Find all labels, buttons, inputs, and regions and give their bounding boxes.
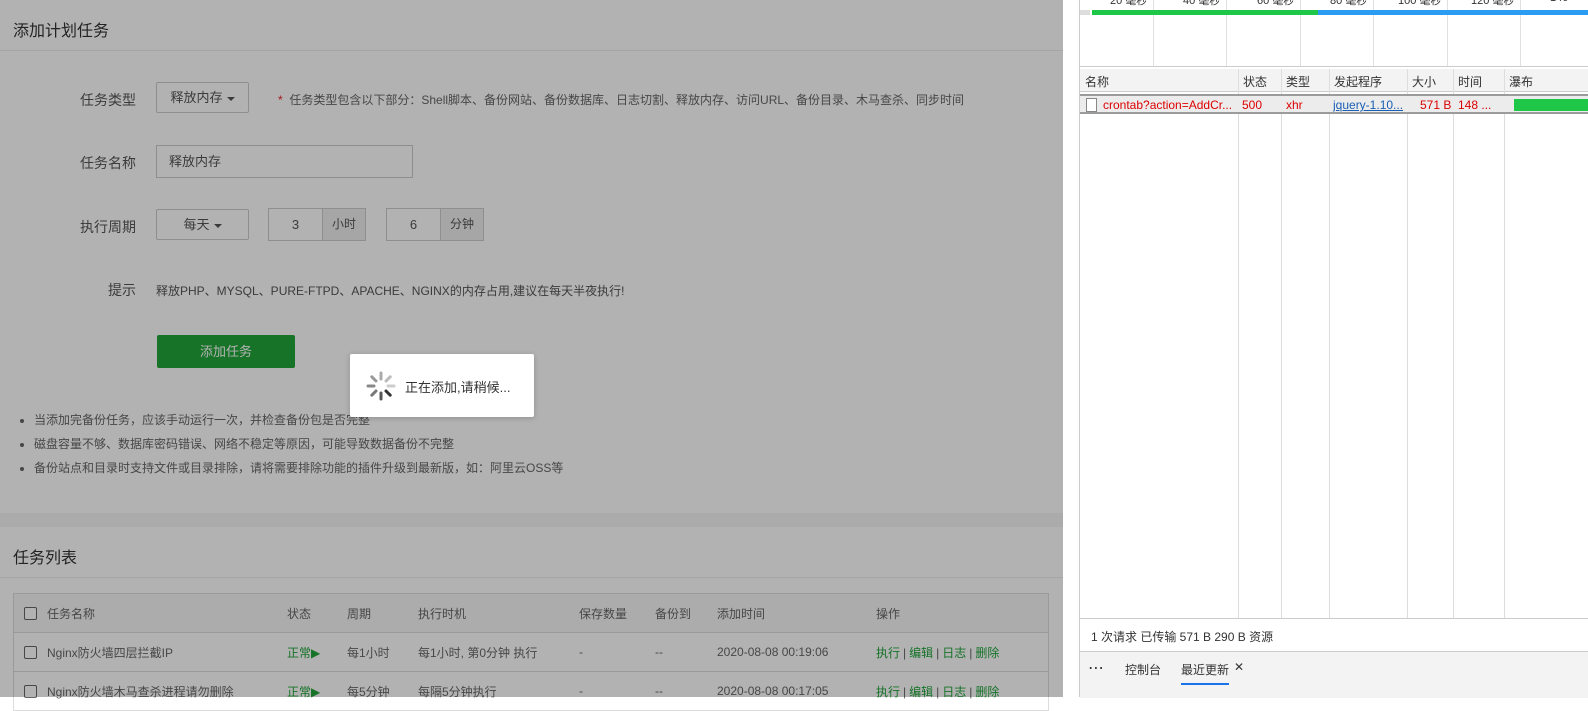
request-status: 500	[1242, 98, 1263, 112]
modal-overlay[interactable]	[0, 0, 1063, 697]
loading-text: 正在添加,请稍候...	[405, 380, 511, 395]
devtools-drawer: ⋯ 控制台 最近更新 ✕	[1080, 651, 1588, 698]
tick-label: 140	[1550, 0, 1568, 4]
request-time: 148 ...	[1458, 98, 1492, 112]
overview-blue-bar	[1318, 10, 1588, 15]
network-status-bar: 1 次请求 已传输 571 B 290 B 资源	[1080, 618, 1588, 652]
col-size-header[interactable]: 大小	[1412, 73, 1436, 90]
network-overview: 20 毫秒 40 毫秒 60 毫秒 80 毫秒 100 毫秒 120 毫秒 14…	[1080, 0, 1588, 67]
request-name[interactable]: crontab?action=AddCr...	[1103, 98, 1233, 112]
request-initiator-link[interactable]: jquery-1.10...	[1333, 98, 1405, 112]
col-initiator-header[interactable]: 发起程序	[1334, 73, 1382, 90]
column-divider	[1238, 69, 1239, 618]
tick-label: 100 毫秒	[1398, 0, 1442, 7]
waterfall-bar	[1514, 99, 1588, 111]
col-type-header[interactable]: 类型	[1286, 73, 1310, 90]
tab-console[interactable]: 控制台	[1125, 661, 1161, 678]
more-icon[interactable]: ⋯	[1088, 658, 1104, 678]
request-summary: 1 次请求 已传输 571 B 290 B 资源	[1091, 630, 1274, 644]
main-page: 添加计划任务 任务类型 释放内存 * 任务类型包含以下部分：Shell脚本、备份…	[0, 0, 1063, 711]
page-gutter	[1063, 0, 1079, 697]
column-divider	[1281, 69, 1282, 618]
close-icon[interactable]: ✕	[1234, 660, 1244, 674]
tick-label: 20 毫秒	[1110, 0, 1148, 7]
column-divider	[1504, 69, 1505, 618]
col-time-header[interactable]: 时间	[1458, 73, 1482, 90]
devtools-network-panel: 20 毫秒 40 毫秒 60 毫秒 80 毫秒 100 毫秒 120 毫秒 14…	[1079, 0, 1588, 698]
col-status-header[interactable]: 状态	[1243, 73, 1267, 90]
overview-green-bar	[1092, 10, 1318, 15]
network-table-header: 名称 状态 类型 发起程序 大小 时间 瀑布	[1080, 69, 1588, 92]
tick-label: 60 毫秒	[1257, 0, 1295, 7]
col-waterfall-header[interactable]: 瀑布	[1509, 73, 1533, 90]
loading-dialog: 正在添加,请稍候...	[350, 354, 534, 417]
tick-label: 120 毫秒	[1471, 0, 1515, 7]
col-name-header[interactable]: 名称	[1085, 73, 1109, 90]
network-request-row[interactable]: crontab?action=AddCr... 500 xhr jquery-1…	[1080, 94, 1588, 114]
overview-track	[1080, 10, 1090, 15]
tick-label: 40 毫秒	[1183, 0, 1221, 7]
loading-spinner-icon	[366, 371, 396, 401]
document-icon	[1086, 98, 1097, 112]
request-size: 571 B	[1420, 98, 1452, 112]
column-divider	[1453, 69, 1454, 618]
column-divider	[1329, 69, 1330, 618]
tick-label: 80 毫秒	[1330, 0, 1368, 7]
tab-whats-new[interactable]: 最近更新	[1181, 661, 1230, 685]
column-divider	[1407, 69, 1408, 618]
request-type: xhr	[1286, 98, 1303, 112]
